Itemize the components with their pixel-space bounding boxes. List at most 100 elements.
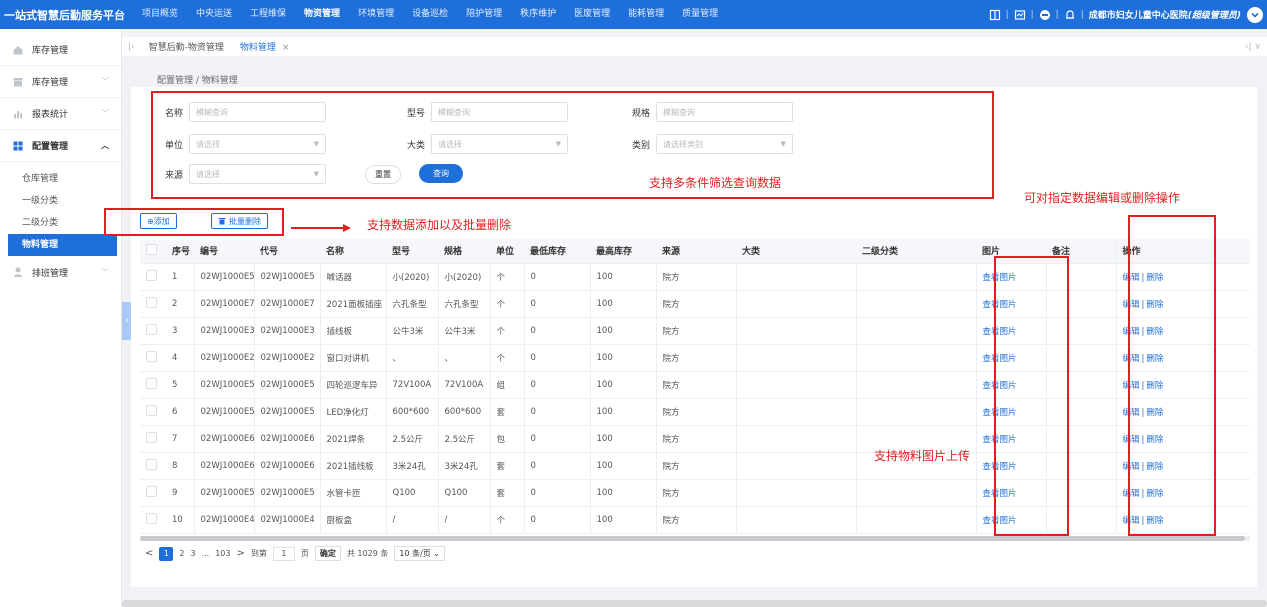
top-nav-item[interactable]: 秩序维护 xyxy=(511,0,565,29)
top-nav-item[interactable]: 环境管理 xyxy=(349,0,403,29)
table-cell: 2.5公斤 xyxy=(437,425,490,453)
table-cell: 02WJ1000E5 xyxy=(253,479,320,507)
row-checkbox[interactable] xyxy=(146,323,157,335)
page-unit-label: 页 xyxy=(300,549,309,558)
table-cell: Q100 xyxy=(385,479,438,507)
sidebar-item-material[interactable]: 物料管理 xyxy=(8,234,117,256)
sidebar-group-schedule[interactable]: 排班管理 ﹀ xyxy=(0,256,121,288)
table-cell: 02WJ1000E3 xyxy=(253,317,320,345)
table-cell: 02WJ1000E5 xyxy=(253,263,320,291)
user-name[interactable]: 成都市妇女儿童中心医院(超级管理员) xyxy=(1089,8,1241,21)
prev-page-button[interactable]: < xyxy=(145,548,153,559)
table-cell: 100 xyxy=(589,452,656,480)
row-checkbox[interactable] xyxy=(146,296,157,308)
table-cell: 院方 xyxy=(655,506,736,534)
goto-confirm-button[interactable]: 确定 xyxy=(314,546,341,561)
table-cell: 院方 xyxy=(655,479,736,507)
horizontal-scrollbar[interactable] xyxy=(140,536,1250,541)
row-select-cell xyxy=(140,290,166,318)
chevron-down-icon: ﹀ xyxy=(101,109,109,118)
top-nav-item[interactable]: 物资管理 xyxy=(295,0,349,29)
user-menu-button[interactable] xyxy=(1247,6,1263,23)
table-cell xyxy=(735,425,856,453)
sidebar-group-stock[interactable]: 库存管理 ﹀ xyxy=(0,66,121,98)
service-icon[interactable] xyxy=(1039,9,1051,21)
sidebar-group-label: 库存管理 xyxy=(32,46,69,56)
table-cell: 72V100A xyxy=(437,371,490,399)
grid-icon xyxy=(13,141,23,150)
tab-menu-icon[interactable]: ›| ∨ xyxy=(1245,42,1267,52)
row-checkbox[interactable] xyxy=(146,269,157,281)
page-1-button[interactable]: 1 xyxy=(159,546,174,561)
sidebar-item-level1-category[interactable]: 一级分类 xyxy=(0,190,121,212)
page-horizontal-scrollbar[interactable] xyxy=(122,600,1267,607)
column-header: 型号 xyxy=(386,239,438,264)
row-checkbox[interactable] xyxy=(146,512,157,524)
page-last-button[interactable]: 103 xyxy=(215,549,230,558)
sidebar-group-reports[interactable]: 报表统计 ﹀ xyxy=(0,98,121,130)
table-cell xyxy=(855,506,976,534)
table-cell: 0 xyxy=(523,506,590,534)
table-cell: 02WJ1000E6 xyxy=(253,425,320,453)
row-checkbox[interactable] xyxy=(146,350,157,362)
table-cell: 10 xyxy=(166,506,194,534)
page-ellipsis[interactable]: ... xyxy=(202,549,210,558)
tab-scroll-left-icon[interactable]: |‹ xyxy=(122,42,141,52)
page-3-button[interactable]: 3 xyxy=(190,549,195,558)
table-cell xyxy=(855,290,976,318)
filter-annotation: 支持多条件筛选查询数据 xyxy=(649,176,782,190)
sidebar-group-config[interactable]: 配置管理 ︿ xyxy=(0,130,121,162)
table-cell: 02WJ1000E5 xyxy=(253,371,320,399)
table-cell: 5 xyxy=(166,371,194,399)
table-cell: 院方 xyxy=(655,344,736,372)
sidebar-group-inventory[interactable]: 库存管理 xyxy=(0,34,121,66)
column-header: 代号 xyxy=(254,239,320,264)
table-cell: 院方 xyxy=(655,290,736,318)
table-row: 4 02WJ1000E2 02WJ1000E2 窗口对讲机、、个 0 100 院方 查看图片编… xyxy=(140,344,1250,372)
top-nav-item[interactable]: 医废管理 xyxy=(565,0,619,29)
close-icon[interactable]: × xyxy=(282,43,290,53)
top-nav-item[interactable]: 项目概览 xyxy=(133,0,187,29)
bell-icon[interactable] xyxy=(1064,9,1076,21)
next-page-button[interactable]: > xyxy=(237,548,245,559)
tab-material-management[interactable]: 物料管理 × xyxy=(232,40,298,53)
table-cell: 公牛3米 xyxy=(385,317,438,345)
table-cell: 六孔条型 xyxy=(385,290,438,318)
row-select-cell xyxy=(140,398,166,426)
row-checkbox[interactable] xyxy=(146,485,157,497)
top-nav-item[interactable]: 工程维保 xyxy=(241,0,295,29)
table-cell: 3 xyxy=(166,317,194,345)
row-checkbox[interactable] xyxy=(146,404,157,416)
sidebar-item-warehouse[interactable]: 仓库管理 xyxy=(0,168,121,190)
top-nav-item[interactable]: 能耗管理 xyxy=(619,0,673,29)
top-nav-item[interactable]: 设备巡检 xyxy=(403,0,457,29)
top-nav-item[interactable]: 中央运送 xyxy=(187,0,241,29)
sidebar-item-level2-category[interactable]: 二级分类 xyxy=(0,212,121,234)
page-size-select[interactable]: 10 条/页 ⌄ xyxy=(394,546,446,561)
row-select-cell xyxy=(140,317,166,345)
chevron-down-icon xyxy=(1251,12,1259,18)
tab-bar: |‹ 智慧后勤-物资管理 物料管理 × ›| ∨ xyxy=(122,37,1267,57)
row-select-cell xyxy=(140,452,166,480)
total-count: 共 1029 条 xyxy=(346,549,389,558)
table-cell: 02WJ1000E5 xyxy=(193,371,254,399)
table-cell: 0 xyxy=(523,425,590,453)
top-nav-item[interactable]: 陪护管理 xyxy=(457,0,511,29)
tab-material-home[interactable]: 智慧后勤-物资管理 xyxy=(141,40,232,53)
page-2-button[interactable]: 2 xyxy=(179,549,184,558)
select-all-checkbox[interactable] xyxy=(146,243,157,255)
row-checkbox[interactable] xyxy=(146,431,157,443)
table-cell: 02WJ1000E3 xyxy=(193,317,254,345)
table-cell: 02WJ1000E5 xyxy=(193,479,254,507)
screen-icon[interactable] xyxy=(989,9,1001,21)
message-icon[interactable] xyxy=(1014,9,1026,21)
pagination: < 1 2 3 ... 103 > 到第 1 页 确定 共 1029 条 10 … xyxy=(145,546,451,561)
row-checkbox[interactable] xyxy=(146,458,157,470)
scrollbar-thumb[interactable] xyxy=(140,536,1245,541)
table-cell: 2021面板插座 xyxy=(319,290,386,318)
table-row: 5 02WJ1000E5 02WJ1000E5 四轮巡逻车异 72V100A 72V100… xyxy=(140,371,1250,399)
top-nav-item[interactable]: 质量管理 xyxy=(673,0,727,29)
goto-page-input[interactable]: 1 xyxy=(272,546,295,561)
row-checkbox[interactable] xyxy=(146,377,157,389)
table-cell xyxy=(735,290,856,318)
